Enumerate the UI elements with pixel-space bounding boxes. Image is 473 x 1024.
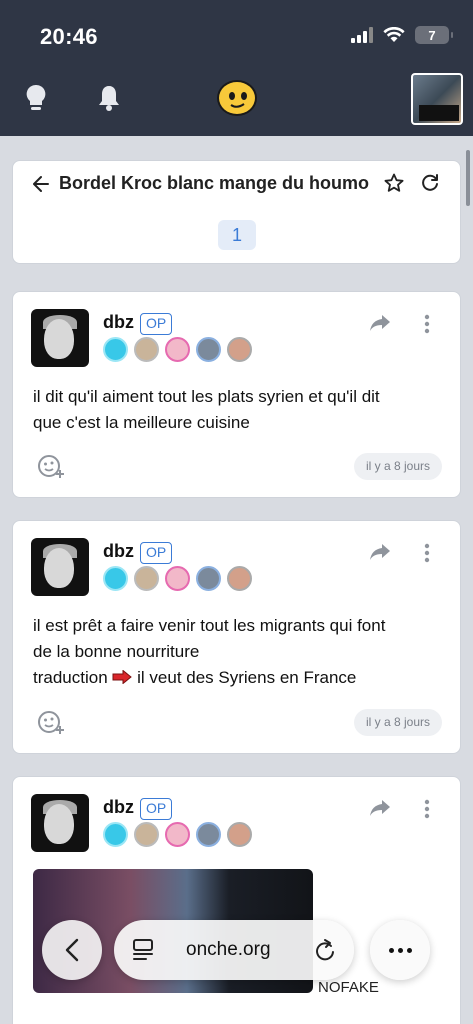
post-text-line: il dit qu'il aiment tout les plats syrie… bbox=[33, 387, 380, 406]
more-options-icon[interactable] bbox=[423, 543, 431, 563]
app-header: 20:46 7 bbox=[0, 0, 473, 136]
back-arrow-icon[interactable] bbox=[33, 175, 49, 193]
avatar-face bbox=[44, 319, 74, 359]
right-arrow-emoji-icon bbox=[112, 670, 133, 684]
battery-indicator: 7 bbox=[415, 26, 453, 44]
op-badge: OP bbox=[140, 542, 173, 564]
post-author-avatar[interactable] bbox=[31, 538, 89, 596]
scrollbar[interactable] bbox=[466, 150, 470, 206]
signal-icon bbox=[351, 27, 373, 43]
post-author-name[interactable]: dbz bbox=[103, 312, 134, 333]
avatar-face bbox=[44, 804, 74, 844]
badge-soldier-icon bbox=[196, 337, 221, 362]
share-icon[interactable] bbox=[369, 314, 391, 332]
op-badge: OP bbox=[140, 313, 173, 335]
share-icon[interactable] bbox=[369, 799, 391, 817]
topic-title: Bordel Kroc blanc mange du houmo bbox=[59, 173, 370, 193]
post-author-avatar[interactable] bbox=[31, 309, 89, 367]
badge-baby-icon bbox=[165, 566, 190, 591]
browser-more-button[interactable] bbox=[370, 920, 430, 980]
badge-grandpa-icon bbox=[227, 566, 252, 591]
badge-baby-icon bbox=[165, 337, 190, 362]
post-text-suffix: il veut des Syriens en France bbox=[137, 668, 357, 687]
chevron-left-icon bbox=[65, 938, 79, 962]
badge-soldier-icon bbox=[196, 566, 221, 591]
badge-stars-icon bbox=[103, 822, 128, 847]
post-text-line: traduction il veut des Syriens en France bbox=[33, 665, 443, 691]
lightbulb-icon[interactable] bbox=[25, 84, 47, 112]
post-text-prefix: traduction bbox=[33, 668, 108, 687]
post-author-name[interactable]: dbz bbox=[103, 541, 134, 562]
post-timestamp: il y a 8 jours bbox=[353, 709, 442, 736]
battery-level: 7 bbox=[428, 27, 436, 43]
refresh-icon[interactable] bbox=[420, 173, 440, 193]
post-text-line: il est prêt a faire venir tout les migra… bbox=[33, 616, 386, 635]
user-badges bbox=[103, 337, 252, 362]
avatar-image-detail bbox=[419, 105, 459, 121]
wifi-icon bbox=[383, 27, 405, 42]
more-options-icon[interactable] bbox=[423, 799, 431, 819]
post-body: il est prêt a faire venir tout les migra… bbox=[33, 613, 443, 691]
post-text-line: que c'est la meilleure cuisine bbox=[33, 413, 250, 432]
status-icons: 7 bbox=[351, 26, 453, 44]
more-dot bbox=[406, 947, 412, 953]
tabs-icon[interactable] bbox=[132, 938, 154, 962]
smiley-face-icon bbox=[229, 92, 247, 108]
more-dot bbox=[397, 947, 403, 953]
star-icon[interactable] bbox=[384, 173, 404, 193]
post-author-name[interactable]: dbz bbox=[103, 797, 134, 818]
bell-icon[interactable] bbox=[97, 84, 121, 112]
op-badge: OP bbox=[140, 798, 173, 820]
more-options-icon[interactable] bbox=[423, 314, 431, 334]
post-card: dbz OP NOFAKE bbox=[12, 776, 461, 1024]
share-icon[interactable] bbox=[369, 543, 391, 561]
badge-baby-icon bbox=[165, 822, 190, 847]
reload-icon[interactable] bbox=[314, 938, 336, 962]
address-bar[interactable]: onche.org bbox=[114, 920, 354, 980]
add-reaction-icon[interactable] bbox=[37, 453, 65, 479]
add-reaction-icon[interactable] bbox=[37, 709, 65, 735]
avatar-face bbox=[44, 548, 74, 588]
post-body: il dit qu'il aiment tout les plats syrie… bbox=[33, 384, 443, 436]
more-dot bbox=[388, 947, 394, 953]
badge-stars-icon bbox=[103, 566, 128, 591]
topic-header-card: Bordel Kroc blanc mange du houmo 1 bbox=[12, 160, 461, 264]
badge-stars-icon bbox=[103, 337, 128, 362]
user-badges bbox=[103, 566, 252, 591]
page-number-button[interactable]: 1 bbox=[218, 220, 256, 250]
badge-elder-icon bbox=[134, 337, 159, 362]
browser-back-button[interactable] bbox=[42, 920, 102, 980]
user-badges bbox=[103, 822, 252, 847]
user-avatar[interactable] bbox=[411, 73, 463, 125]
badge-elder-icon bbox=[134, 566, 159, 591]
post-card: dbz OP il est prêt a faire venir tout le… bbox=[12, 520, 461, 754]
browser-toolbar: onche.org bbox=[42, 920, 432, 980]
main-content: Bordel Kroc blanc mange du houmo 1 dbz O… bbox=[0, 136, 473, 1024]
badge-grandpa-icon bbox=[227, 337, 252, 362]
badge-grandpa-icon bbox=[227, 822, 252, 847]
badge-elder-icon bbox=[134, 822, 159, 847]
post-author-avatar[interactable] bbox=[31, 794, 89, 852]
post-card: dbz OP il dit qu'il aiment tout les plat… bbox=[12, 291, 461, 498]
badge-soldier-icon bbox=[196, 822, 221, 847]
post-caption: NOFAKE bbox=[318, 979, 379, 996]
post-text-line: de la bonne nourriture bbox=[33, 642, 200, 661]
url-text: onche.org bbox=[186, 939, 271, 960]
status-time: 20:46 bbox=[40, 24, 98, 49]
post-timestamp: il y a 8 jours bbox=[353, 453, 442, 480]
site-logo[interactable] bbox=[217, 80, 257, 116]
